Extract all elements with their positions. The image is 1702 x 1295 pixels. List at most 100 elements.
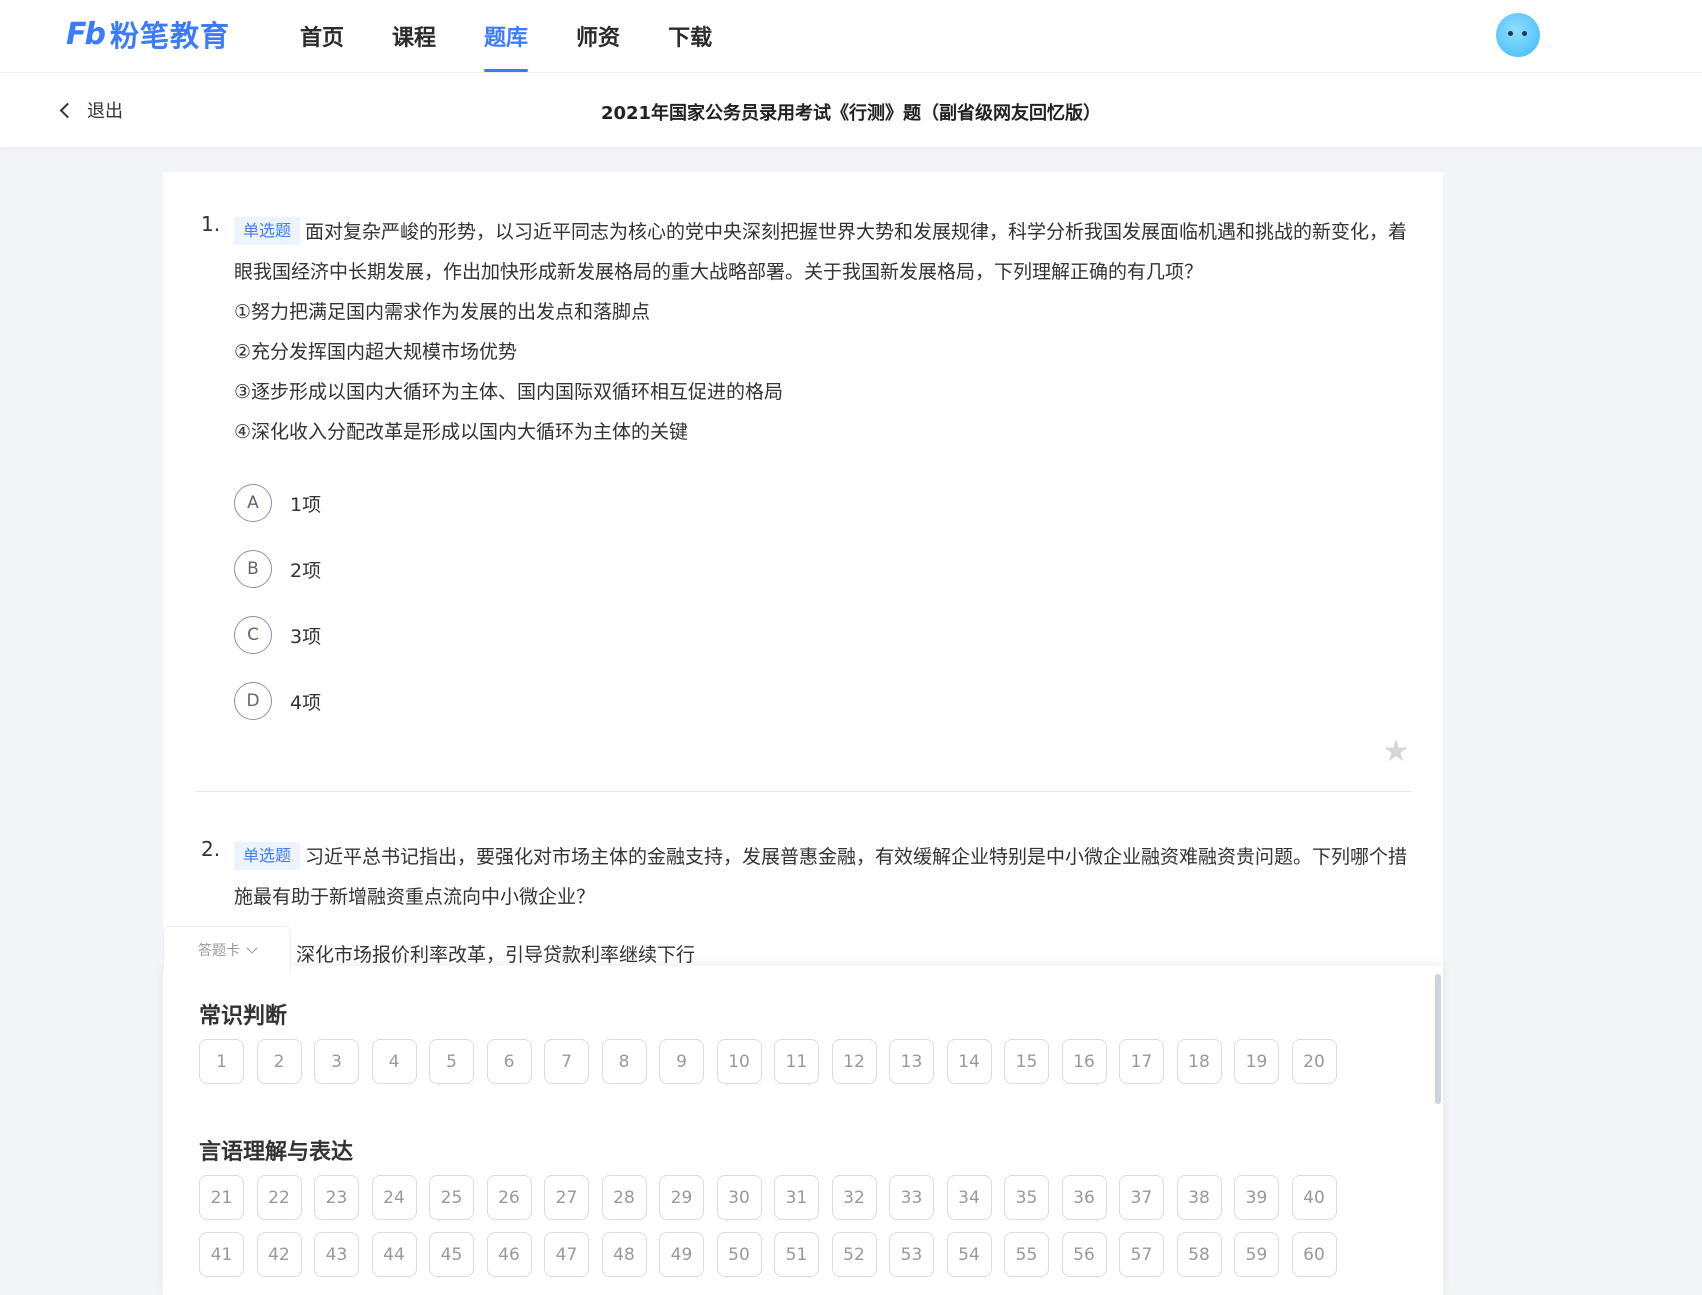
nav-item-home[interactable]: 首页 <box>300 0 344 72</box>
main-nav: 首页 课程 题库 师资 下载 <box>300 0 760 72</box>
question-number: 1. <box>201 212 221 236</box>
question-number-button[interactable]: 47 <box>544 1232 589 1277</box>
question-number-button[interactable]: 36 <box>1061 1175 1107 1220</box>
question-1: 1. 单选题 面对复杂严峻的形势，以习近平同志为核心的党中央深刻把握世界大势和发展… <box>201 212 1411 734</box>
question-number-button[interactable]: 51 <box>774 1232 819 1277</box>
option-letter: A <box>234 484 272 522</box>
panel-scrollbar[interactable] <box>1435 974 1441 1104</box>
paper-title: 2021年国家公务员录用考试《行测》题（副省级网友回忆版） <box>600 103 1102 124</box>
question-number-button[interactable]: 16 <box>1061 1039 1107 1084</box>
option-b[interactable]: B 2项 <box>234 536 1411 602</box>
question-number-button[interactable]: 44 <box>371 1232 417 1277</box>
question-number-button[interactable]: 2 <box>256 1039 302 1084</box>
top-navigation: Fb 粉笔教育 首页 课程 题库 师资 下载 <box>0 0 1702 72</box>
option-text: 4项 <box>290 691 322 714</box>
question-number-button[interactable]: 30 <box>716 1175 762 1220</box>
nav-item-courses[interactable]: 课程 <box>392 0 436 72</box>
question-number-button[interactable]: 8 <box>601 1039 647 1084</box>
question-number-button[interactable]: 41 <box>199 1232 244 1277</box>
question-number-button[interactable]: 22 <box>256 1175 302 1220</box>
question-stem: 单选题 面对复杂严峻的形势，以习近平同志为核心的党中央深刻把握世界大势和发展规律，… <box>234 212 1411 292</box>
question-number-button[interactable]: 15 <box>1004 1039 1049 1084</box>
option-c[interactable]: C 3项 <box>234 602 1411 668</box>
question-number-button[interactable]: 50 <box>716 1232 762 1277</box>
question-type-tag: 单选题 <box>234 217 301 245</box>
favorite-star-icon[interactable]: ★ <box>1381 737 1411 767</box>
option-text: 1项 <box>290 493 322 516</box>
question-number-button[interactable]: 28 <box>601 1175 647 1220</box>
statement-item: ④深化收入分配改革是形成以国内大循环为主体的关键 <box>234 421 689 443</box>
nav-item-teachers[interactable]: 师资 <box>576 0 620 72</box>
question-number-button[interactable]: 42 <box>256 1232 302 1277</box>
question-number-button[interactable]: 12 <box>831 1039 877 1084</box>
question-number-button[interactable]: 19 <box>1234 1039 1279 1084</box>
question-number-button[interactable]: 26 <box>486 1175 532 1220</box>
section-title: 常识判断 <box>199 1004 288 1029</box>
question-number-button[interactable]: 49 <box>659 1232 704 1277</box>
question-number-button[interactable]: 58 <box>1176 1232 1222 1277</box>
question-number-button[interactable]: 18 <box>1176 1039 1222 1084</box>
question-number-button[interactable]: 5 <box>429 1039 474 1084</box>
question-number-button[interactable]: 7 <box>544 1039 589 1084</box>
nav-item-question-bank[interactable]: 题库 <box>484 0 529 72</box>
question-number-button[interactable]: 60 <box>1291 1232 1337 1277</box>
answer-card-toggle[interactable]: 答题卡 <box>163 926 291 972</box>
question-2: 2. 单选题 习近平总书记指出，要强化对市场主体的金融支持，发展普惠金融，有效缓解… <box>201 837 1411 975</box>
chevron-down-icon <box>246 941 258 954</box>
question-stem: 单选题 习近平总书记指出，要强化对市场主体的金融支持，发展普惠金融，有效缓解企业特… <box>234 837 1411 917</box>
question-number-button[interactable]: 14 <box>946 1039 992 1084</box>
question-number-button[interactable]: 31 <box>774 1175 819 1220</box>
question-number-button[interactable]: 9 <box>659 1039 704 1084</box>
question-number-button[interactable]: 11 <box>774 1039 819 1084</box>
question-number-button[interactable]: 10 <box>716 1039 762 1084</box>
question-number-button[interactable]: 37 <box>1119 1175 1164 1220</box>
question-stem-text: 面对复杂严峻的形势，以习近平同志为核心的党中央深刻把握世界大势和发展规律，科学分… <box>234 221 1408 283</box>
question-number-button[interactable]: 27 <box>544 1175 589 1220</box>
user-avatar[interactable] <box>1496 13 1540 57</box>
question-number-button[interactable]: 24 <box>371 1175 417 1220</box>
question-number-grid: 41 42 43 44 45 46 47 48 49 50 51 52 53 54 55 56 57 58 59 60 <box>199 1232 1349 1277</box>
question-number-button[interactable]: 23 <box>314 1175 359 1220</box>
question-number-button[interactable]: 33 <box>889 1175 934 1220</box>
question-number-button[interactable]: 17 <box>1119 1039 1164 1084</box>
exam-header: 退出 2021年国家公务员录用考试《行测》题（副省级网友回忆版） <box>0 72 1702 147</box>
question-number-button[interactable]: 35 <box>1004 1175 1049 1220</box>
option-list: A 1项 B 2项 C 3项 D 4项 <box>234 470 1411 734</box>
question-number-button[interactable]: 48 <box>601 1232 647 1277</box>
option-letter: B <box>234 550 272 588</box>
option-text: 2项 <box>290 559 322 582</box>
question-number-button[interactable]: 54 <box>946 1232 992 1277</box>
statement-item: ①努力把满足国内需求作为发展的出发点和落脚点 <box>234 301 651 323</box>
question-number-button[interactable]: 53 <box>889 1232 934 1277</box>
question-number-button[interactable]: 4 <box>371 1039 417 1084</box>
question-number-button[interactable]: 21 <box>199 1175 244 1220</box>
question-number-button[interactable]: 29 <box>659 1175 704 1220</box>
question-number: 2. <box>201 837 221 861</box>
question-number-button[interactable]: 52 <box>831 1232 877 1277</box>
fenbi-logo[interactable]: Fb 粉笔教育 <box>66 16 230 54</box>
nav-item-download[interactable]: 下载 <box>668 0 712 72</box>
question-number-button[interactable]: 39 <box>1234 1175 1279 1220</box>
answer-card-panel: 常识判断 1 2 3 4 5 6 7 8 9 10 11 12 13 14 15 16 17 18 19 20 言语理… <box>163 966 1443 1295</box>
question-number-button[interactable]: 55 <box>1004 1232 1049 1277</box>
question-number-button[interactable]: 56 <box>1061 1232 1107 1277</box>
answer-card-label: 答题卡 <box>198 942 240 959</box>
logo-mark: Fb <box>66 16 106 52</box>
question-number-button[interactable]: 46 <box>486 1232 532 1277</box>
option-d[interactable]: D 4项 <box>234 668 1411 734</box>
question-number-button[interactable]: 3 <box>314 1039 359 1084</box>
question-number-button[interactable]: 45 <box>429 1232 474 1277</box>
question-number-button[interactable]: 13 <box>889 1039 934 1084</box>
question-number-button[interactable]: 20 <box>1291 1039 1337 1084</box>
question-number-button[interactable]: 32 <box>831 1175 877 1220</box>
question-number-button[interactable]: 57 <box>1119 1232 1164 1277</box>
question-number-button[interactable]: 34 <box>946 1175 992 1220</box>
question-number-button[interactable]: 43 <box>314 1232 359 1277</box>
question-number-button[interactable]: 1 <box>199 1039 244 1084</box>
question-number-button[interactable]: 59 <box>1234 1232 1279 1277</box>
question-number-button[interactable]: 40 <box>1291 1175 1337 1220</box>
question-number-button[interactable]: 25 <box>429 1175 474 1220</box>
question-number-button[interactable]: 38 <box>1176 1175 1222 1220</box>
question-number-button[interactable]: 6 <box>486 1039 532 1084</box>
option-a[interactable]: A 1项 <box>234 470 1411 536</box>
